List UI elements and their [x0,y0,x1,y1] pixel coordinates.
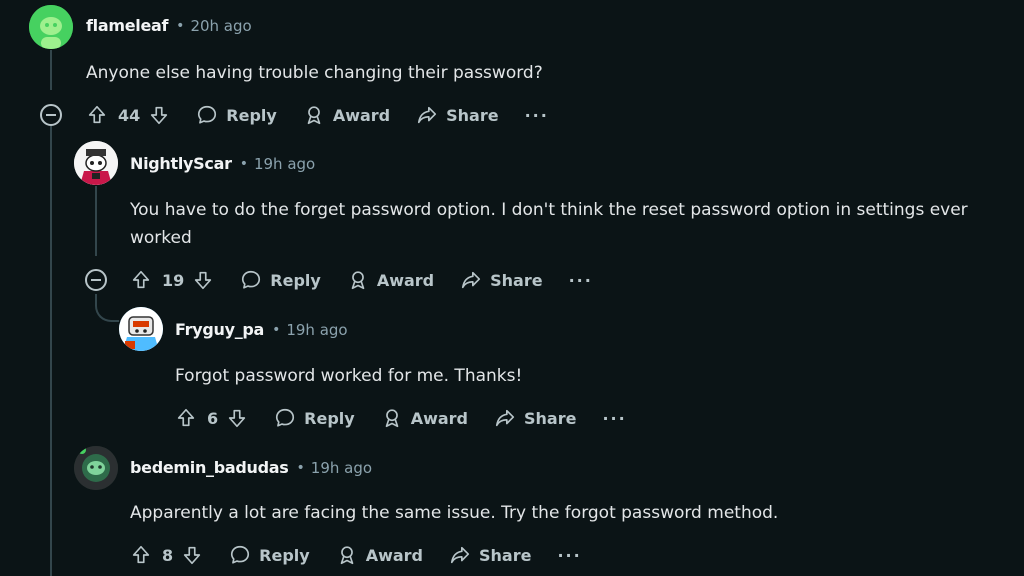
snoo-avatar-icon [119,307,163,351]
vote-count: 19 [162,270,185,290]
share-icon [450,546,470,564]
separator-dot: • [176,17,185,34]
more-options-button[interactable]: ··· [569,271,593,290]
separator-dot: • [296,459,305,476]
more-icon: ··· [524,105,549,125]
separator-dot: • [239,155,248,172]
collapse-icon[interactable] [40,104,62,126]
award-label: Award [376,270,435,290]
reply-label: Reply [259,545,310,565]
collapse-icon[interactable] [85,269,107,291]
comment-body: Anyone else having trouble changing thei… [86,63,543,83]
reply-button[interactable]: Reply [240,269,321,291]
comment-actions: 8 Reply Award Share ··· [130,541,608,569]
comment-body: You have to do the forget password optio… [130,200,968,248]
username[interactable]: Fryguy_pa [175,320,264,339]
more-options-button[interactable]: ··· [602,409,626,428]
upvote-icon[interactable] [86,104,108,126]
snoo-avatar-icon [29,5,73,49]
award-label: Award [410,408,468,428]
award-label: Award [365,545,423,565]
share-icon [462,271,481,289]
share-icon [495,409,515,427]
username[interactable]: flameleaf [86,16,168,35]
vote-control: 44 [86,104,170,126]
award-label: Award [332,105,391,125]
timestamp[interactable]: 19h ago [286,321,347,339]
share-label: Share [479,545,532,565]
reply-button[interactable]: Reply [229,544,310,566]
comment-actions: 44 Reply Award Share ··· [86,101,575,129]
award-button[interactable]: Award [303,104,390,126]
upvote-icon[interactable] [175,407,197,429]
award-icon [351,271,365,290]
upvote-icon[interactable] [130,544,152,566]
share-icon [418,106,437,124]
snoo-avatar-icon [74,446,118,490]
comment-meta: Fryguy_pa • 19h ago [175,320,348,339]
downvote-icon[interactable] [226,407,248,429]
award-icon [307,106,321,125]
avatar[interactable] [119,307,163,351]
separator-dot: • [272,321,281,338]
reply-button[interactable]: Reply [196,104,277,126]
reply-bubble-icon [231,545,250,564]
vote-control: 8 [130,544,203,566]
share-label: Share [524,408,577,428]
award-button[interactable]: Award [381,407,468,429]
avatar[interactable] [74,141,118,185]
timestamp[interactable]: 19h ago [311,459,372,477]
thread-line-nightlyscar [95,186,97,256]
vote-control: 19 [130,269,214,291]
more-icon: ··· [602,408,627,428]
thread-branch-fryguy [95,294,119,322]
timestamp[interactable]: 19h ago [254,155,315,173]
avatar[interactable] [29,5,73,49]
upvote-icon[interactable] [130,269,152,291]
share-button[interactable]: Share [416,104,499,126]
thread-line-root-continued [50,126,52,576]
reply-label: Reply [270,270,321,290]
share-label: Share [446,105,499,125]
reply-bubble-icon [242,270,261,289]
share-button[interactable]: Share [449,544,531,566]
vote-count: 44 [118,105,141,125]
downvote-icon[interactable] [192,269,214,291]
snoo-avatar-icon [74,141,118,185]
reply-button[interactable]: Reply [274,407,355,429]
reply-label: Reply [304,408,355,428]
share-label: Share [490,270,543,290]
username[interactable]: NightlyScar [130,154,232,173]
reply-bubble-icon [198,105,217,124]
more-icon: ··· [557,545,582,565]
more-options-button[interactable]: ··· [557,546,581,565]
award-icon [340,546,354,565]
vote-control: 6 [175,407,248,429]
comment-actions: 6 Reply Award Share ··· [175,404,653,432]
vote-count: 6 [207,408,219,428]
vote-count: 8 [162,545,174,565]
comment-actions: 19 Reply Award Share ··· [130,266,619,294]
username[interactable]: bedemin_badudas [130,458,289,477]
comment-body: Forgot password worked for me. Thanks! [175,366,523,386]
share-button[interactable]: Share [494,407,576,429]
award-button[interactable]: Award [336,544,423,566]
share-button[interactable]: Share [460,269,543,291]
comment-meta: flameleaf • 20h ago [86,16,252,35]
thread-line-root [50,50,52,90]
comment-meta: bedemin_badudas • 19h ago [130,458,372,477]
more-options-button[interactable]: ··· [525,106,549,125]
comment-meta: NightlyScar • 19h ago [130,154,315,173]
downvote-icon[interactable] [181,544,203,566]
reply-label: Reply [226,105,277,125]
award-icon [385,409,399,428]
timestamp[interactable]: 20h ago [190,17,251,35]
comment-body: Apparently a lot are facing the same iss… [130,503,779,523]
downvote-icon[interactable] [148,104,170,126]
more-icon: ··· [568,270,593,290]
avatar[interactable] [74,446,118,490]
reply-bubble-icon [276,408,295,427]
award-button[interactable]: Award [347,269,434,291]
